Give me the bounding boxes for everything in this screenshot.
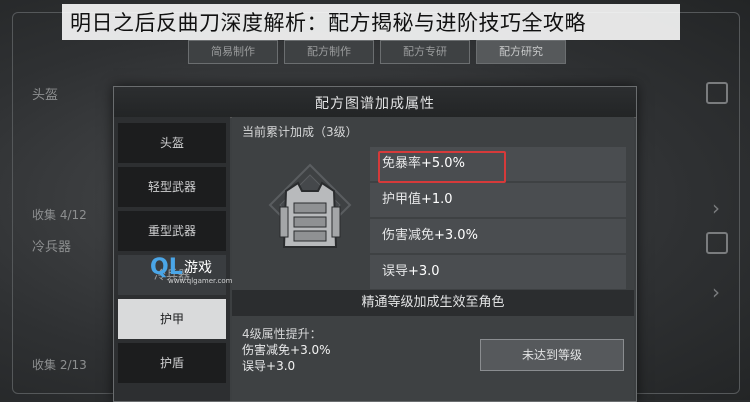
background-tab-bar: 简易制作 配方制作 配方专研 配方研究 <box>188 40 566 64</box>
armor-vest-icon <box>250 147 370 287</box>
bg-tab-research: 配方研究 <box>476 40 566 64</box>
stat-value: +3.0% <box>290 343 331 357</box>
article-title: 明日之后反曲刀深度解析：配方揭秘与进阶技巧全攻略 <box>70 11 586 35</box>
sidebar-item-light-weapon[interactable]: 轻型武器 <box>118 167 226 207</box>
sidebar-item-armor[interactable]: 护甲 <box>118 299 226 339</box>
bg-tab-simple: 简易制作 <box>188 40 278 64</box>
bg-left-title: 头盔 <box>32 88 59 103</box>
highlight-box <box>378 151 506 183</box>
stat-name: 误导 <box>242 359 267 373</box>
site-watermark: QL 游戏 www.qlgamer.com <box>150 253 232 289</box>
book-icon-2 <box>706 232 728 254</box>
stat-name: 护甲值 <box>382 192 422 207</box>
accumulated-bonus-label: 当前累计加成（3级） <box>242 125 358 139</box>
level-up-stat-damage: 伤害减免+3.0% <box>242 341 331 358</box>
chevron-right-icon-2: › <box>712 280 720 304</box>
stat-value: +3.0% <box>434 228 478 243</box>
sidebar-item-helmet[interactable]: 头盔 <box>118 123 226 163</box>
bg-tab-study: 配方专研 <box>380 40 470 64</box>
bg-collect-count-2: 收集 2/13 <box>32 358 87 372</box>
stat-row-damage-reduction: 伤害减免+3.0% <box>370 219 626 253</box>
level-not-reached-button[interactable]: 未达到等级 <box>480 339 624 371</box>
stat-row-mislead: 误导+3.0 <box>370 255 626 289</box>
stat-row-armor: 护甲值+1.0 <box>370 183 626 217</box>
stat-name: 伤害减免 <box>382 228 435 243</box>
stat-name: 伤害减免 <box>242 343 291 357</box>
dialog-title: 配方图谱加成属性 <box>315 96 435 112</box>
sidebar-item-shield[interactable]: 护盾 <box>118 343 226 383</box>
dialog-header: 配方图谱加成属性 <box>114 87 636 118</box>
level-up-stat-mislead: 误导+3.0 <box>242 357 295 374</box>
book-icon <box>706 82 728 104</box>
watermark-text: 游戏 <box>184 260 212 276</box>
mastery-bonus-bar: 精通等级加成生效至角色 <box>232 290 634 316</box>
watermark-url: www.qlgamer.com <box>168 277 233 285</box>
chevron-right-icon: › <box>712 196 720 220</box>
bg-collect-count: 收集 4/12 <box>32 208 87 222</box>
recipe-bonus-dialog: 配方图谱加成属性 头盔 轻型武器 重型武器 冷兵器 护甲 护盾 当前累计加成（3… <box>113 86 637 402</box>
sidebar-item-heavy-weapon[interactable]: 重型武器 <box>118 211 226 251</box>
stat-value: +3.0 <box>266 359 296 373</box>
bg-cold-weapon: 冷兵器 <box>32 240 72 255</box>
bg-tab-recipe: 配方制作 <box>284 40 374 64</box>
stat-name: 误导 <box>382 264 409 279</box>
level-up-label: 4级属性提升： <box>242 327 322 341</box>
stat-value: +3.0 <box>408 264 440 279</box>
stat-value: +1.0 <box>421 192 453 207</box>
